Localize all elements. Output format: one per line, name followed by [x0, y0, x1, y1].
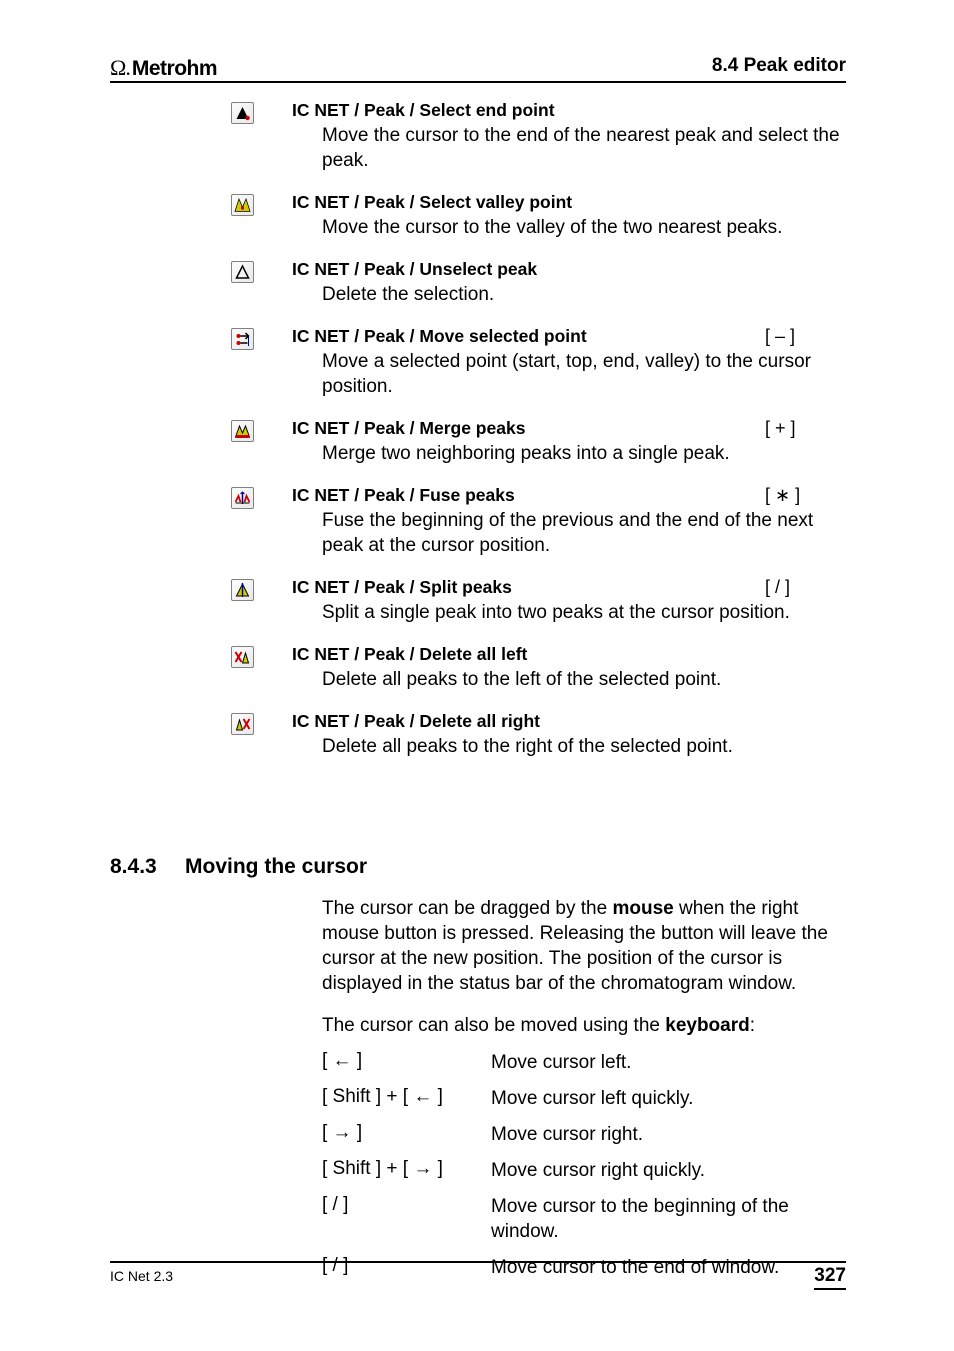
menu-path: IC NET / Peak / Fuse peaks	[292, 485, 515, 506]
menu-path: IC NET / Peak / Delete all right	[292, 711, 540, 732]
keyboard-row: [ Shift ] + [ → ]Move cursor right quick…	[322, 1158, 846, 1183]
peak-entry: IC NET / Peak / Select valley pointMove …	[110, 192, 846, 240]
keyboard-action: Move cursor left quickly.	[491, 1086, 846, 1111]
keyboard-row: [ → ]Move cursor right.	[322, 1122, 846, 1147]
peak-entry: IC NET / Peak / Move selected point [ – ]…	[110, 326, 846, 399]
unselect-peak-icon[interactable]	[231, 261, 254, 283]
keyboard-action: Move cursor right.	[491, 1122, 846, 1147]
brand-name: Metrohm	[132, 57, 217, 81]
menu-path: IC NET / Peak / Select end point	[292, 100, 555, 121]
brand-symbol: Ω.	[110, 55, 130, 81]
menu-path: IC NET / Peak / Merge peaks	[292, 418, 525, 439]
keyboard-key: [ Shift ] + [ ← ]	[322, 1086, 491, 1108]
entry-description: Split a single peak into two peaks at th…	[322, 600, 846, 625]
footer-rule	[110, 1261, 846, 1263]
menu-path: IC NET / Peak / Unselect peak	[292, 259, 537, 280]
keyboard-key: [ Shift ] + [ → ]	[322, 1158, 491, 1180]
page-footer: IC Net 2.3 327	[110, 1261, 846, 1289]
peak-entry: IC NET / Peak / Select end pointMove the…	[110, 100, 846, 173]
entry-description: Move the cursor to the valley of the two…	[322, 215, 846, 240]
peak-entry: IC NET / Peak / Unselect peakDelete the …	[110, 259, 846, 307]
entry-description: Delete the selection.	[322, 282, 846, 307]
section-paragraph-1: The cursor can be dragged by the mouse w…	[322, 896, 846, 996]
menu-path: IC NET / Peak / Delete all left	[292, 644, 527, 665]
delete-all-right-icon[interactable]	[231, 713, 254, 735]
keyboard-action: Move cursor left.	[491, 1050, 846, 1075]
menu-path: IC NET / Peak / Select valley point	[292, 192, 572, 213]
peak-entry: IC NET / Peak / Delete all leftDelete al…	[110, 644, 846, 692]
entry-description: Delete all peaks to the right of the sel…	[322, 734, 846, 759]
keyboard-row: [ / ]Move cursor to the beginning of the…	[322, 1194, 846, 1244]
page-header: Ω. Metrohm 8.4 Peak editor	[110, 55, 846, 85]
select-end-point-icon[interactable]	[231, 102, 254, 124]
entry-description: Merge two neighboring peaks into a singl…	[322, 441, 846, 466]
keyboard-shortcut: [ ∗ ]	[765, 485, 800, 506]
brand-logo: Ω. Metrohm	[110, 55, 217, 81]
keyboard-shortcut: [ + ]	[765, 418, 796, 439]
entry-description: Fuse the beginning of the previous and t…	[322, 508, 846, 558]
peak-entry: IC NET / Peak / Fuse peaks [ ∗ ]Fuse the …	[110, 485, 846, 558]
page-number: 327	[814, 1265, 846, 1290]
keyboard-key: [ / ]	[322, 1194, 491, 1216]
section-number: 8.4.3	[110, 855, 157, 879]
keyboard-action: Move cursor right quickly.	[491, 1158, 846, 1183]
section-paragraph-2: The cursor can also be moved using the k…	[322, 1013, 846, 1038]
header-section-title: 8.4 Peak editor	[712, 55, 846, 77]
header-rule	[110, 81, 846, 83]
delete-all-left-icon[interactable]	[231, 646, 254, 668]
peak-entry: IC NET / Peak / Merge peaks [ + ]Merge tw…	[110, 418, 846, 466]
keyboard-shortcut: [ – ]	[765, 326, 795, 347]
entry-description: Delete all peaks to the left of the sele…	[322, 667, 846, 692]
menu-path: IC NET / Peak / Move selected point	[292, 326, 587, 347]
fuse-peaks-icon[interactable]	[231, 487, 254, 509]
move-selected-point-icon[interactable]	[231, 328, 254, 350]
entry-description: Move the cursor to the end of the neares…	[322, 123, 846, 173]
footer-doc-name: IC Net 2.3	[110, 1268, 173, 1284]
keyboard-key: [ → ]	[322, 1122, 491, 1144]
keyboard-shortcut-table: [ ← ]Move cursor left.[ Shift ] + [ ← ]M…	[322, 1050, 846, 1280]
peak-entry: IC NET / Peak / Delete all rightDelete a…	[110, 711, 846, 759]
menu-path: IC NET / Peak / Split peaks	[292, 577, 512, 598]
keyboard-shortcut: [ / ]	[765, 577, 790, 598]
keyboard-row: [ ← ]Move cursor left.	[322, 1050, 846, 1075]
merge-peaks-icon[interactable]	[231, 420, 254, 442]
section-title: Moving the cursor	[185, 855, 367, 879]
entry-description: Move a selected point (start, top, end, …	[322, 349, 846, 399]
split-peaks-icon[interactable]	[231, 579, 254, 601]
section-heading: 8.4.3 Moving the cursor	[110, 855, 846, 879]
select-valley-point-icon[interactable]	[231, 194, 254, 216]
keyboard-key: [ ← ]	[322, 1050, 491, 1072]
keyboard-action: Move cursor to the beginning of the wind…	[491, 1194, 846, 1244]
peak-entry: IC NET / Peak / Split peaks [ / ]Split a …	[110, 577, 846, 625]
keyboard-row: [ Shift ] + [ ← ]Move cursor left quickl…	[322, 1086, 846, 1111]
